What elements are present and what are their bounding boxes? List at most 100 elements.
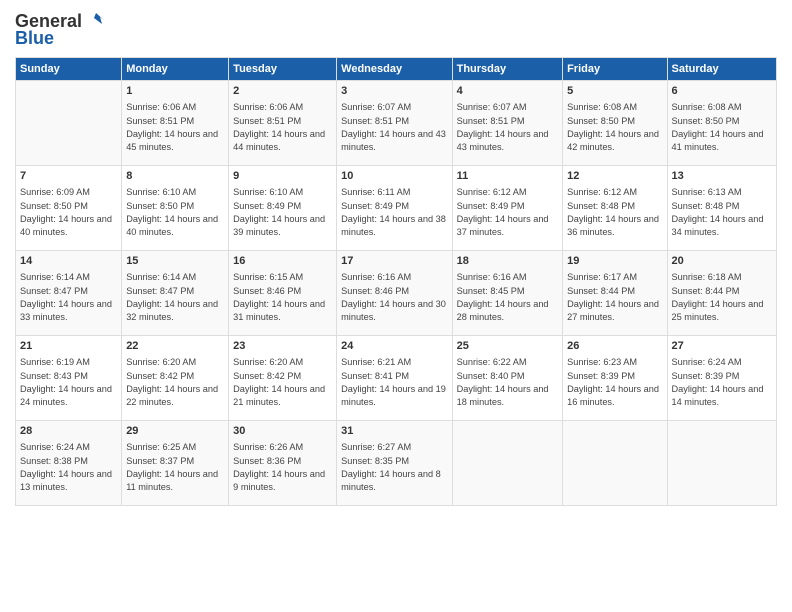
day-number: 20: [672, 254, 772, 269]
calendar-week-row: 1Sunrise: 6:06 AMSunset: 8:51 PMDaylight…: [16, 81, 777, 166]
cell-info: Sunrise: 6:06 AMSunset: 8:51 PMDaylight:…: [126, 101, 224, 154]
day-number: 11: [457, 169, 558, 184]
calendar-cell: 20 Sunrise: 6:18 AMSunset: 8:44 PMDayligh…: [667, 251, 776, 336]
calendar-cell: 26Sunrise: 6:23 AMSunset: 8:39 PMDayligh…: [563, 336, 667, 421]
day-number: 26: [567, 339, 662, 354]
page-container: General Blue SundayMondayTuesdayWednesda…: [0, 0, 792, 516]
calendar-cell: 10 Sunrise: 6:11 AMSunset: 8:49 PMDayligh…: [337, 166, 452, 251]
calendar-cell: [667, 421, 776, 506]
calendar-cell: 24 Sunrise: 6:21 AMSunset: 8:41 PMDayligh…: [337, 336, 452, 421]
calendar-week-row: 14 Sunrise: 6:14 AMSunset: 8:47 PMDayligh…: [16, 251, 777, 336]
day-of-week-header: Sunday: [16, 58, 122, 81]
day-of-week-header: Tuesday: [229, 58, 337, 81]
calendar-cell: 23Sunrise: 6:20 AMSunset: 8:42 PMDayligh…: [229, 336, 337, 421]
cell-info: Sunrise: 6:08 AMSunset: 8:50 PMDaylight:…: [567, 101, 662, 154]
day-number: 21: [20, 339, 117, 354]
calendar-cell: 2 Sunrise: 6:06 AMSunset: 8:51 PMDaylight…: [229, 81, 337, 166]
cell-info: Sunrise: 6:13 AMSunset: 8:48 PMDaylight:…: [672, 186, 772, 239]
logo-bird-icon: [84, 10, 106, 32]
day-number: 28: [20, 424, 117, 439]
day-number: 2: [233, 84, 332, 99]
calendar-cell: 4 Sunrise: 6:07 AMSunset: 8:51 PMDaylight…: [452, 81, 562, 166]
day-number: 19: [567, 254, 662, 269]
day-number: 25: [457, 339, 558, 354]
calendar-cell: 14Sunrise: 6:14 AMSunset: 8:47 PMDayligh…: [16, 251, 122, 336]
cell-info: Sunrise: 6:08 AMSunset: 8:50 PMDaylight:…: [672, 101, 772, 154]
day-number: 12: [567, 169, 662, 184]
day-number: 22: [126, 339, 224, 354]
calendar-cell: [452, 421, 562, 506]
cell-info: Sunrise: 6:19 AMSunset: 8:43 PMDaylight:…: [20, 356, 117, 409]
calendar-cell: 1Sunrise: 6:06 AMSunset: 8:51 PMDaylight…: [122, 81, 229, 166]
day-number: 5: [567, 84, 662, 99]
day-number: 17: [341, 254, 447, 269]
cell-info: Sunrise: 6:21 AMSunset: 8:41 PMDaylight:…: [341, 356, 447, 409]
calendar-cell: 11 Sunrise: 6:12 AMSunset: 8:49 PMDayligh…: [452, 166, 562, 251]
day-number: 31: [341, 424, 447, 439]
cell-info: Sunrise: 6:12 AMSunset: 8:48 PMDaylight:…: [567, 186, 662, 239]
calendar-cell: [16, 81, 122, 166]
calendar-cell: 18 Sunrise: 6:16 AMSunset: 8:45 PMDayligh…: [452, 251, 562, 336]
calendar-cell: 9 Sunrise: 6:10 AMSunset: 8:49 PMDaylight…: [229, 166, 337, 251]
day-number: 30: [233, 424, 332, 439]
calendar-cell: [563, 421, 667, 506]
calendar-cell: 22 Sunrise: 6:20 AMSunset: 8:42 PMDayligh…: [122, 336, 229, 421]
day-number: 7: [20, 169, 117, 184]
day-of-week-header: Monday: [122, 58, 229, 81]
day-of-week-header: Wednesday: [337, 58, 452, 81]
calendar-cell: 17 Sunrise: 6:16 AMSunset: 8:46 PMDayligh…: [337, 251, 452, 336]
cell-info: Sunrise: 6:09 AMSunset: 8:50 PMDaylight:…: [20, 186, 117, 239]
cell-info: Sunrise: 6:06 AMSunset: 8:51 PMDaylight:…: [233, 101, 332, 154]
logo-blue: Blue: [15, 28, 54, 49]
cell-info: Sunrise: 6:24 AMSunset: 8:38 PMDaylight:…: [20, 441, 117, 494]
cell-info: Sunrise: 6:17 AMSunset: 8:44 PMDaylight:…: [567, 271, 662, 324]
day-number: 24: [341, 339, 447, 354]
cell-info: Sunrise: 6:10 AMSunset: 8:49 PMDaylight:…: [233, 186, 332, 239]
cell-info: Sunrise: 6:26 AMSunset: 8:36 PMDaylight:…: [233, 441, 332, 494]
calendar-cell: 27Sunrise: 6:24 AMSunset: 8:39 PMDayligh…: [667, 336, 776, 421]
cell-info: Sunrise: 6:22 AMSunset: 8:40 PMDaylight:…: [457, 356, 558, 409]
calendar-header-row: SundayMondayTuesdayWednesdayThursdayFrid…: [16, 58, 777, 81]
cell-info: Sunrise: 6:15 AMSunset: 8:46 PMDaylight:…: [233, 271, 332, 324]
calendar-cell: 25 Sunrise: 6:22 AMSunset: 8:40 PMDayligh…: [452, 336, 562, 421]
calendar-cell: 15Sunrise: 6:14 AMSunset: 8:47 PMDayligh…: [122, 251, 229, 336]
cell-info: Sunrise: 6:20 AMSunset: 8:42 PMDaylight:…: [126, 356, 224, 409]
day-number: 16: [233, 254, 332, 269]
cell-info: Sunrise: 6:18 AMSunset: 8:44 PMDaylight:…: [672, 271, 772, 324]
calendar-cell: 7 Sunrise: 6:09 AMSunset: 8:50 PMDaylight…: [16, 166, 122, 251]
cell-info: Sunrise: 6:16 AMSunset: 8:45 PMDaylight:…: [457, 271, 558, 324]
calendar-week-row: 28 Sunrise: 6:24 AMSunset: 8:38 PMDayligh…: [16, 421, 777, 506]
page-header: General Blue: [15, 10, 777, 49]
day-number: 18: [457, 254, 558, 269]
day-number: 9: [233, 169, 332, 184]
calendar-week-row: 7 Sunrise: 6:09 AMSunset: 8:50 PMDaylight…: [16, 166, 777, 251]
day-of-week-header: Friday: [563, 58, 667, 81]
calendar-week-row: 21 Sunrise: 6:19 AMSunset: 8:43 PMDayligh…: [16, 336, 777, 421]
calendar-cell: 21 Sunrise: 6:19 AMSunset: 8:43 PMDayligh…: [16, 336, 122, 421]
day-of-week-header: Thursday: [452, 58, 562, 81]
cell-info: Sunrise: 6:16 AMSunset: 8:46 PMDaylight:…: [341, 271, 447, 324]
calendar-cell: 8Sunrise: 6:10 AMSunset: 8:50 PMDaylight…: [122, 166, 229, 251]
cell-info: Sunrise: 6:14 AMSunset: 8:47 PMDaylight:…: [126, 271, 224, 324]
day-number: 6: [672, 84, 772, 99]
day-number: 27: [672, 339, 772, 354]
cell-info: Sunrise: 6:11 AMSunset: 8:49 PMDaylight:…: [341, 186, 447, 239]
day-number: 14: [20, 254, 117, 269]
calendar-cell: 12 Sunrise: 6:12 AMSunset: 8:48 PMDayligh…: [563, 166, 667, 251]
day-number: 4: [457, 84, 558, 99]
cell-info: Sunrise: 6:07 AMSunset: 8:51 PMDaylight:…: [457, 101, 558, 154]
calendar-cell: 16 Sunrise: 6:15 AMSunset: 8:46 PMDayligh…: [229, 251, 337, 336]
calendar-table: SundayMondayTuesdayWednesdayThursdayFrid…: [15, 57, 777, 506]
day-of-week-header: Saturday: [667, 58, 776, 81]
day-number: 3: [341, 84, 447, 99]
day-number: 13: [672, 169, 772, 184]
cell-info: Sunrise: 6:12 AMSunset: 8:49 PMDaylight:…: [457, 186, 558, 239]
calendar-cell: 30 Sunrise: 6:26 AMSunset: 8:36 PMDayligh…: [229, 421, 337, 506]
calendar-cell: 28 Sunrise: 6:24 AMSunset: 8:38 PMDayligh…: [16, 421, 122, 506]
logo-text-block: General Blue: [15, 10, 106, 49]
calendar-cell: 6 Sunrise: 6:08 AMSunset: 8:50 PMDaylight…: [667, 81, 776, 166]
calendar-cell: 5 Sunrise: 6:08 AMSunset: 8:50 PMDaylight…: [563, 81, 667, 166]
cell-info: Sunrise: 6:25 AMSunset: 8:37 PMDaylight:…: [126, 441, 224, 494]
day-number: 23: [233, 339, 332, 354]
day-number: 10: [341, 169, 447, 184]
